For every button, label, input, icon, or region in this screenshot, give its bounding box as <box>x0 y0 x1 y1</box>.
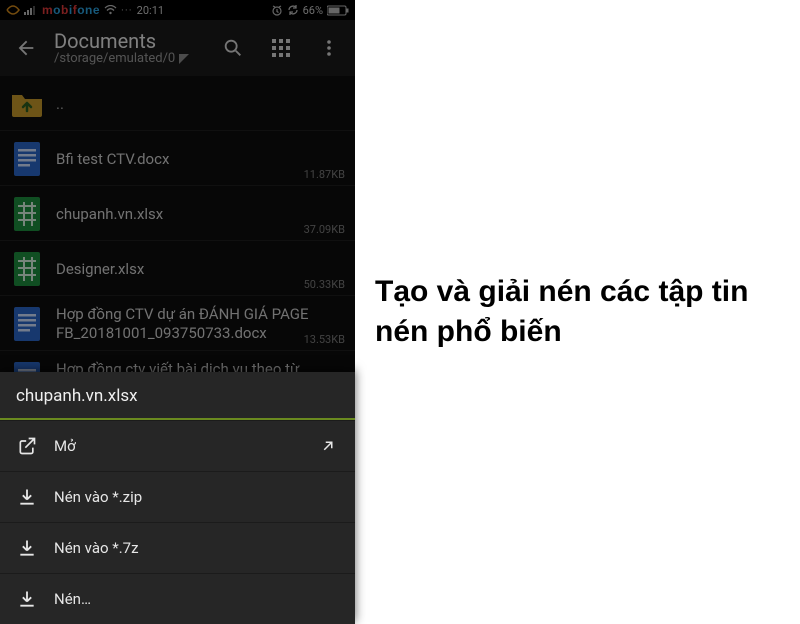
status-bar: mobifone ··· 20:11 66% <box>0 0 355 20</box>
context-menu-sheet: chupanh.vn.xlsx Mở Nén vào *.zip Nén vào… <box>0 372 355 624</box>
arrow-upright-icon <box>317 435 339 457</box>
wifi-icon <box>104 5 117 15</box>
open-icon <box>16 435 38 457</box>
menu-item-label: Mở <box>54 437 76 455</box>
carrier-label: mobifone <box>42 3 100 17</box>
menu-item-compress[interactable]: Nén… <box>0 573 355 624</box>
file-row[interactable]: chupanh.vn.xlsx 37.09KB <box>0 185 355 240</box>
file-name: chupanh.vn.xlsx <box>56 205 345 224</box>
context-menu-title: chupanh.vn.xlsx <box>0 372 355 420</box>
parent-folder-row[interactable]: .. <box>0 76 355 130</box>
file-size: 50.33KB <box>304 278 345 291</box>
alarm-icon <box>271 4 283 16</box>
download-icon <box>16 588 38 610</box>
app-bar: Documents /storage/emulated/0 <box>0 20 355 76</box>
file-row[interactable]: Hợp đồng CTV dự án ĐÁNH GIÁ PAGE FB_2018… <box>0 295 355 350</box>
battery-percent: 66% <box>303 4 323 17</box>
sheet-file-icon <box>10 194 44 234</box>
sheet-file-icon <box>10 249 44 289</box>
menu-item-7z[interactable]: Nén vào *.7z <box>0 522 355 573</box>
search-button[interactable] <box>213 28 253 68</box>
folder-up-icon <box>10 84 44 124</box>
sync-icon <box>287 4 299 16</box>
battery-icon <box>327 5 349 16</box>
view-grid-button[interactable] <box>261 28 301 68</box>
breadcrumb-path: /storage/emulated/0 <box>54 52 175 66</box>
ellipsis-icon: ··· <box>121 4 133 17</box>
phone-screen: mobifone ··· 20:11 66% Documents <box>0 0 355 624</box>
menu-item-label: Nén vào *.7z <box>54 539 139 557</box>
overflow-menu-button[interactable] <box>309 28 349 68</box>
download-icon <box>16 537 38 559</box>
caption-text: Tạo và giải nén các tập tin nén phổ biến <box>375 272 755 353</box>
file-size: 37.09KB <box>304 223 345 236</box>
file-row[interactable]: Designer.xlsx 50.33KB <box>0 240 355 295</box>
file-name: Bfi test CTV.docx <box>56 150 345 169</box>
file-name: Designer.xlsx <box>56 260 345 279</box>
menu-item-label: Nén vào *.zip <box>54 488 142 506</box>
parent-folder-label: .. <box>56 95 345 114</box>
doc-file-icon <box>10 304 44 344</box>
file-row[interactable]: Bfi test CTV.docx 11.87KB <box>0 130 355 185</box>
menu-item-open[interactable]: Mở <box>0 420 355 471</box>
page-title: Documents <box>54 30 205 52</box>
signal-icon <box>24 5 38 15</box>
file-size: 13.53KB <box>304 333 345 346</box>
file-name: Hợp đồng CTV dự án ĐÁNH GIÁ PAGE FB_2018… <box>56 305 345 343</box>
back-button[interactable] <box>6 28 46 68</box>
download-icon <box>16 486 38 508</box>
status-time: 20:11 <box>137 4 164 17</box>
doc-file-icon <box>10 139 44 179</box>
dropdown-indicator-icon <box>179 54 189 64</box>
menu-item-zip[interactable]: Nén vào *.zip <box>0 471 355 522</box>
breadcrumb[interactable]: /storage/emulated/0 <box>54 52 205 66</box>
caption-pane: Tạo và giải nén các tập tin nén phổ biến <box>355 0 800 624</box>
menu-item-label: Nén… <box>54 590 91 608</box>
viettel-icon <box>6 4 20 16</box>
file-size: 11.87KB <box>304 168 345 181</box>
